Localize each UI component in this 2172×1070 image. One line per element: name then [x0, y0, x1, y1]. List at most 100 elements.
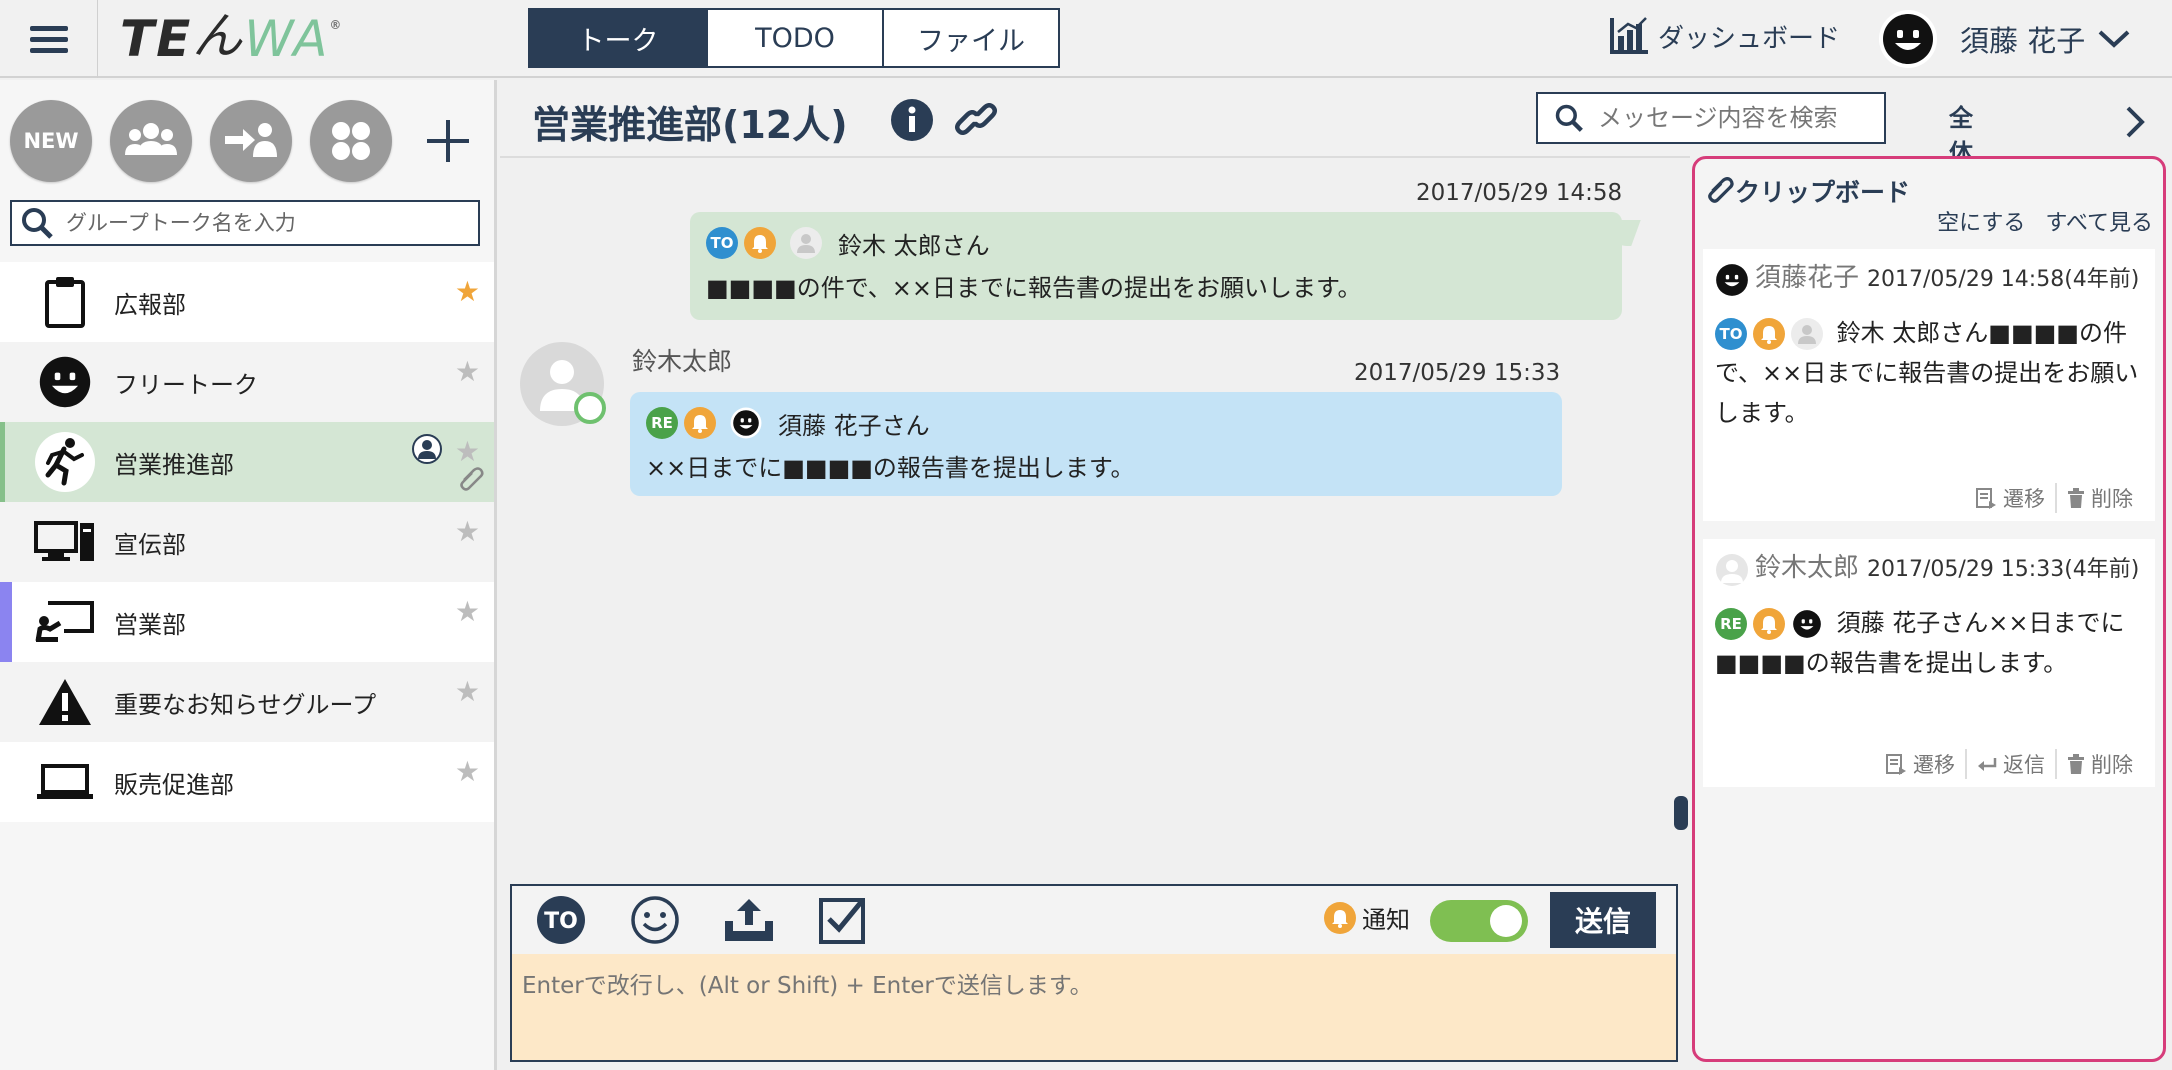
message-search-input[interactable]	[1598, 104, 1868, 132]
delete-clip-button[interactable]: 削除	[2055, 483, 2143, 513]
star-icon[interactable]: ★	[455, 358, 480, 386]
tab-todo[interactable]: TODO	[706, 10, 882, 66]
menu-button[interactable]	[0, 0, 98, 78]
star-icon[interactable]: ★	[455, 758, 480, 786]
search-icon	[22, 208, 53, 239]
upload-tray-icon	[725, 899, 773, 941]
group-item-important-notices[interactable]: 重要なお知らせグループ ★	[0, 662, 494, 742]
logo-text-wa: WA	[244, 10, 330, 68]
clipboard-header: クリップボード	[1705, 173, 1910, 209]
chat-title: 営業推進部(12人)	[532, 103, 848, 147]
clip-item-body: RE 須藤 花子さん××日までに■■■■の報告書を提出します。	[1715, 603, 2143, 683]
members-online-icon	[410, 434, 444, 468]
smile-outline-icon	[631, 896, 679, 944]
emoji-button[interactable]	[628, 893, 682, 947]
tab-files[interactable]: ファイル	[882, 10, 1058, 66]
message-header: RE 須藤 花子さん	[646, 402, 1546, 444]
new-talk-button[interactable]: NEW	[10, 100, 92, 182]
message-input[interactable]	[512, 954, 1676, 1060]
reply-label: 返信	[2003, 753, 2045, 777]
laptop-icon	[34, 751, 96, 813]
to-mention-button[interactable]: TO	[534, 893, 588, 947]
user-placeholder-icon	[1715, 553, 1749, 587]
group-search-input[interactable]	[66, 211, 466, 235]
jump-to-message-button[interactable]: 遷移	[1965, 483, 2055, 513]
delete-label: 削除	[2091, 487, 2133, 511]
group-item-eigyo-suishin[interactable]: 営業推進部 ★	[0, 422, 494, 502]
clipboard-panel: クリップボード 空にする すべて見る 須藤花子 2017/05/29 14:58(…	[1692, 156, 2166, 1062]
clipboard-item[interactable]: 須藤花子 2017/05/29 14:58(4年前) TO 鈴木 太郎さん■■■■…	[1703, 249, 2155, 521]
join-group-button[interactable]	[210, 100, 292, 182]
received-message-bubble[interactable]: RE 須藤 花子さん ××日までに■■■■の報告書を提出します。	[630, 392, 1562, 496]
jump-to-message-button[interactable]: 遷移	[1875, 749, 1965, 779]
bubble-tail	[1603, 220, 1641, 246]
clip-item-body: TO 鈴木 太郎さん■■■■の件で、××日までに報告書の提出をお願いします。	[1715, 313, 2143, 433]
clip-timestamp: 2017/05/29 14:58(4年前)	[1867, 267, 2140, 292]
message-text: ××日までに■■■■の報告書を提出します。	[646, 454, 1135, 482]
clear-clipboard-link[interactable]: 空にする	[1937, 205, 2025, 237]
top-header: TE ん WA ® トーク TODO ファイル ダッシュボード 須藤 花子	[0, 0, 2172, 78]
view-all-link[interactable]: すべて見る	[2045, 205, 2153, 237]
link-icon[interactable]	[954, 98, 1000, 146]
message-timestamp: 2017/05/29 15:33	[1354, 360, 1561, 386]
bell-icon	[1324, 901, 1356, 934]
panel-resize-handle[interactable]	[1674, 796, 1688, 830]
send-button[interactable]: 送信	[1550, 892, 1656, 948]
clip-item-header: 須藤花子 2017/05/29 14:58(4年前)	[1715, 261, 2143, 297]
clipboard-actions: 空にする すべて見る	[1937, 205, 2153, 237]
user-placeholder-icon	[790, 227, 822, 259]
enter-arrow-icon	[225, 123, 277, 157]
message-timestamp: 2017/05/29 14:58	[1416, 180, 1623, 206]
group-name: 営業推進部	[114, 450, 234, 479]
recipient-name: 須藤 花子さん	[778, 411, 930, 440]
notify-toggle[interactable]	[1430, 900, 1528, 942]
search-icon	[1555, 104, 1583, 132]
dashboard-link[interactable]: ダッシュボード	[1608, 14, 1840, 58]
user-menu[interactable]: 須藤 花子	[1878, 8, 2131, 70]
chevron-down-icon	[2098, 30, 2130, 48]
presentation-icon	[34, 591, 96, 653]
star-icon[interactable]: ★	[455, 438, 480, 466]
re-badge-icon: RE	[646, 407, 678, 439]
tab-talk[interactable]: トーク	[530, 10, 706, 66]
info-icon[interactable]	[890, 98, 934, 146]
reply-clip-button[interactable]: 返信	[1965, 749, 2055, 779]
re-badge-icon: RE	[1715, 608, 1747, 640]
star-icon[interactable]: ★	[455, 518, 480, 546]
reply-arrow-icon	[1978, 758, 1997, 771]
smiley-icon	[34, 351, 96, 413]
logo-text-te: TE	[120, 10, 193, 68]
group-item-senden[interactable]: 宣伝部 ★	[0, 502, 494, 582]
star-icon[interactable]: ★	[455, 598, 480, 626]
group-people-icon	[125, 123, 177, 155]
group-item-hanbai-sokushin[interactable]: 販売促進部 ★	[0, 742, 494, 822]
group-item-free-talk[interactable]: フリートーク ★	[0, 342, 494, 422]
app-window: TE ん WA ® トーク TODO ファイル ダッシュボード 須藤 花子 NE…	[0, 0, 2172, 1070]
star-icon[interactable]: ★	[455, 678, 480, 706]
clip-item-tools: 遷移 削除	[1965, 483, 2143, 513]
chat-header: 営業推進部(12人) 全体を検索	[500, 80, 1973, 272]
clip-item-header: 鈴木太郎 2017/05/29 15:33(4年前)	[1715, 551, 2143, 587]
group-item-eigyo[interactable]: 営業部 ★	[0, 582, 494, 662]
favorite-star-icon[interactable]: ★	[455, 278, 480, 306]
smiley-avatar-icon	[1791, 608, 1823, 640]
apps-grid-button[interactable]	[310, 100, 392, 182]
group-members-button[interactable]	[110, 100, 192, 182]
bell-icon	[744, 227, 776, 259]
my-message-bubble[interactable]: TO 鈴木 太郎さん ■■■■の件で、××日までに報告書の提出をお願いします。	[690, 212, 1641, 320]
plus-icon	[427, 120, 469, 162]
warning-icon	[34, 671, 96, 733]
chevron-right-icon[interactable]	[2124, 102, 2148, 146]
smiley-avatar-icon	[1715, 263, 1749, 297]
to-badge-icon: TO	[1715, 318, 1747, 350]
bell-icon	[684, 407, 716, 439]
clipboard-item[interactable]: 鈴木太郎 2017/05/29 15:33(4年前) RE 須藤 花子さん××日ま…	[1703, 539, 2155, 787]
group-item-koho[interactable]: 広報部 ★	[0, 262, 494, 342]
add-todo-button[interactable]	[816, 893, 870, 947]
clip-timestamp: 2017/05/29 15:33(4年前)	[1867, 557, 2140, 582]
add-group-button[interactable]	[418, 111, 478, 171]
upload-file-button[interactable]	[722, 893, 776, 947]
bar-chart-icon	[1610, 17, 1648, 54]
delete-clip-button[interactable]: 削除	[2055, 749, 2143, 779]
jump-label: 遷移	[1913, 753, 1955, 777]
